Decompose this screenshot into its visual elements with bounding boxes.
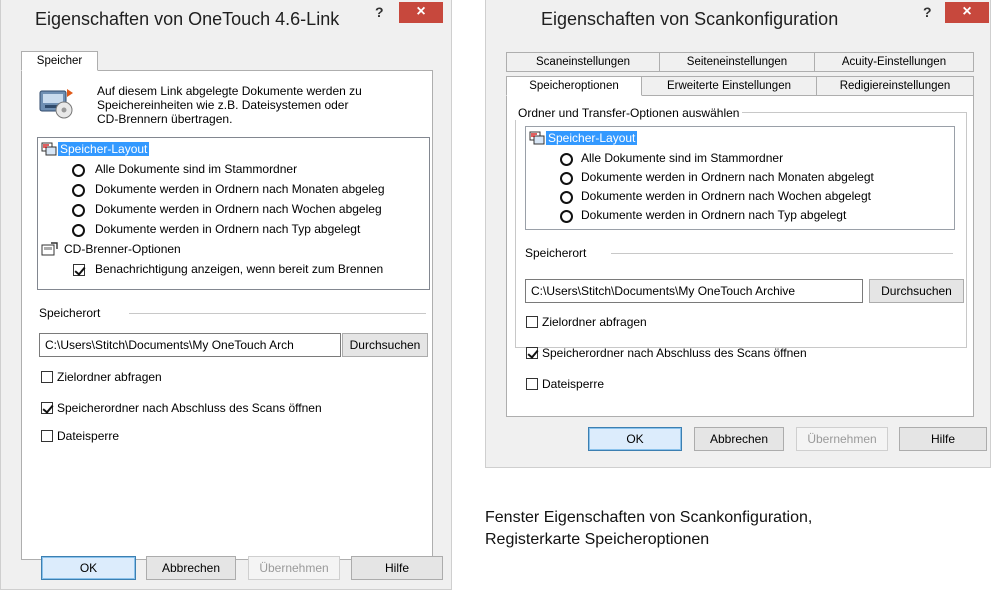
- caption-line-1: Fenster Eigenschaften von Scankonfigurat…: [485, 509, 813, 526]
- open-folder-checkbox[interactable]: [526, 347, 538, 359]
- help-button[interactable]: Hilfe: [899, 427, 987, 451]
- location-label: Speicherort: [525, 246, 587, 260]
- ask-target-folder-checkbox[interactable]: [526, 316, 538, 328]
- radio-root-folder[interactable]: [560, 153, 573, 166]
- dialog-title: Eigenschaften von Scankonfiguration: [541, 9, 839, 29]
- file-lock-label[interactable]: Dateisperre: [542, 377, 604, 391]
- location-separator: [611, 253, 953, 254]
- cancel-button[interactable]: Abbrechen: [694, 427, 784, 451]
- ask-target-folder-checkbox[interactable]: [41, 371, 53, 383]
- layout-tree-icon: [529, 131, 545, 145]
- scan-configuration-dialog: Eigenschaften von Scankonfiguration ? × …: [485, 0, 991, 468]
- apply-button[interactable]: Übernehmen: [248, 556, 340, 580]
- tab-seiteneinstellungen[interactable]: Seiteneinstellungen: [659, 52, 815, 72]
- onetouch-properties-dialog: Eigenschaften von OneTouch 4.6-Link ? × …: [0, 0, 452, 590]
- description-line-3: CD-Brennern übertragen.: [97, 112, 233, 126]
- ask-target-folder-label[interactable]: Zielordner abfragen: [57, 370, 162, 384]
- browse-button[interactable]: Durchsuchen: [869, 279, 964, 303]
- close-button[interactable]: ×: [399, 2, 443, 23]
- tab-panel: Ordner und Transfer-Optionen auswählen S…: [506, 95, 974, 417]
- path-field[interactable]: C:\Users\Stitch\Documents\My OneTouch Ar…: [39, 333, 341, 357]
- radio-label-weeks[interactable]: Dokumente werden in Ordnern nach Wochen …: [95, 202, 382, 216]
- radio-type[interactable]: [560, 210, 573, 223]
- radio-months[interactable]: [560, 172, 573, 185]
- caption-line-2: Registerkarte Speicheroptionen: [485, 531, 710, 548]
- open-folder-checkbox[interactable]: [41, 402, 53, 414]
- dialog-title: Eigenschaften von OneTouch 4.6-Link: [35, 9, 340, 29]
- tab-speicher[interactable]: Speicher: [21, 51, 98, 71]
- file-lock-checkbox[interactable]: [41, 430, 53, 442]
- tree-item-speicher-layout[interactable]: Speicher-Layout: [58, 142, 150, 156]
- tab-erweiterte-einstellungen[interactable]: Erweiterte Einstellungen: [641, 76, 817, 96]
- layout-tree-icon: [41, 142, 57, 156]
- open-folder-label[interactable]: Speicherordner nach Abschluss des Scans …: [57, 401, 322, 415]
- options-tree[interactable]: Speicher-Layout Alle Dokumente sind im S…: [37, 137, 430, 290]
- ok-button[interactable]: OK: [41, 556, 136, 580]
- path-field[interactable]: C:\Users\Stitch\Documents\My OneTouch Ar…: [525, 279, 863, 303]
- help-question-icon[interactable]: ?: [375, 4, 384, 20]
- radio-label-months[interactable]: Dokumente werden in Ordnern nach Monaten…: [581, 170, 874, 184]
- tab-redigiereinstellungen[interactable]: Redigiereinstellungen: [816, 76, 974, 96]
- title-bar[interactable]: Eigenschaften von OneTouch 4.6-Link ? ×: [1, 0, 451, 36]
- radio-label-root-folder[interactable]: Alle Dokumente sind im Stammordner: [95, 162, 297, 176]
- group-label: Ordner und Transfer-Optionen auswählen: [515, 106, 743, 120]
- help-button[interactable]: Hilfe: [351, 556, 443, 580]
- ask-target-folder-label[interactable]: Zielordner abfragen: [542, 315, 647, 329]
- radio-months[interactable]: [72, 184, 85, 197]
- browse-button[interactable]: Durchsuchen: [342, 333, 428, 357]
- file-lock-label[interactable]: Dateisperre: [57, 429, 119, 443]
- radio-label-weeks[interactable]: Dokumente werden in Ordnern nach Wochen …: [581, 189, 871, 203]
- cd-burner-icon: [41, 242, 58, 256]
- cancel-button[interactable]: Abbrechen: [146, 556, 236, 580]
- storage-device-icon: [39, 89, 73, 119]
- description-line-1: Auf diesem Link abgelegte Dokumente werd…: [97, 84, 362, 98]
- location-separator: [129, 313, 426, 314]
- apply-button[interactable]: Übernehmen: [796, 427, 888, 451]
- options-tree[interactable]: Speicher-Layout Alle Dokumente sind im S…: [525, 126, 955, 230]
- cd-notify-label[interactable]: Benachrichtigung anzeigen, wenn bereit z…: [95, 262, 383, 276]
- tab-acuity-einstellungen[interactable]: Acuity-Einstellungen: [814, 52, 974, 72]
- help-question-icon[interactable]: ?: [923, 4, 932, 20]
- cd-notify-checkbox[interactable]: [73, 264, 85, 276]
- radio-type[interactable]: [72, 224, 85, 237]
- description-line-2: Speichereinheiten wie z.B. Dateisystemen…: [97, 98, 349, 112]
- radio-root-folder[interactable]: [72, 164, 85, 177]
- radio-weeks[interactable]: [560, 191, 573, 204]
- figure-caption: Fenster Eigenschaften von Scankonfigurat…: [485, 507, 812, 551]
- radio-label-type[interactable]: Dokumente werden in Ordnern nach Typ abg…: [581, 208, 846, 222]
- radio-label-months[interactable]: Dokumente werden in Ordnern nach Monaten…: [95, 182, 385, 196]
- title-bar[interactable]: Eigenschaften von Scankonfiguration ? ×: [486, 0, 990, 36]
- open-folder-label[interactable]: Speicherordner nach Abschluss des Scans …: [542, 346, 807, 360]
- radio-label-root-folder[interactable]: Alle Dokumente sind im Stammordner: [581, 151, 783, 165]
- tab-speicheroptionen[interactable]: Speicheroptionen: [506, 76, 642, 96]
- file-lock-checkbox[interactable]: [526, 378, 538, 390]
- radio-weeks[interactable]: [72, 204, 85, 217]
- radio-label-type[interactable]: Dokumente werden in Ordnern nach Typ abg…: [95, 222, 360, 236]
- tab-scaneinstellungen[interactable]: Scaneinstellungen: [506, 52, 660, 72]
- tree-item-cd-options[interactable]: CD-Brenner-Optionen: [64, 242, 181, 256]
- tree-item-speicher-layout[interactable]: Speicher-Layout: [546, 131, 638, 145]
- tab-panel: Auf diesem Link abgelegte Dokumente werd…: [21, 70, 433, 560]
- location-label: Speicherort: [39, 306, 101, 320]
- ok-button[interactable]: OK: [588, 427, 682, 451]
- close-button[interactable]: ×: [945, 2, 989, 23]
